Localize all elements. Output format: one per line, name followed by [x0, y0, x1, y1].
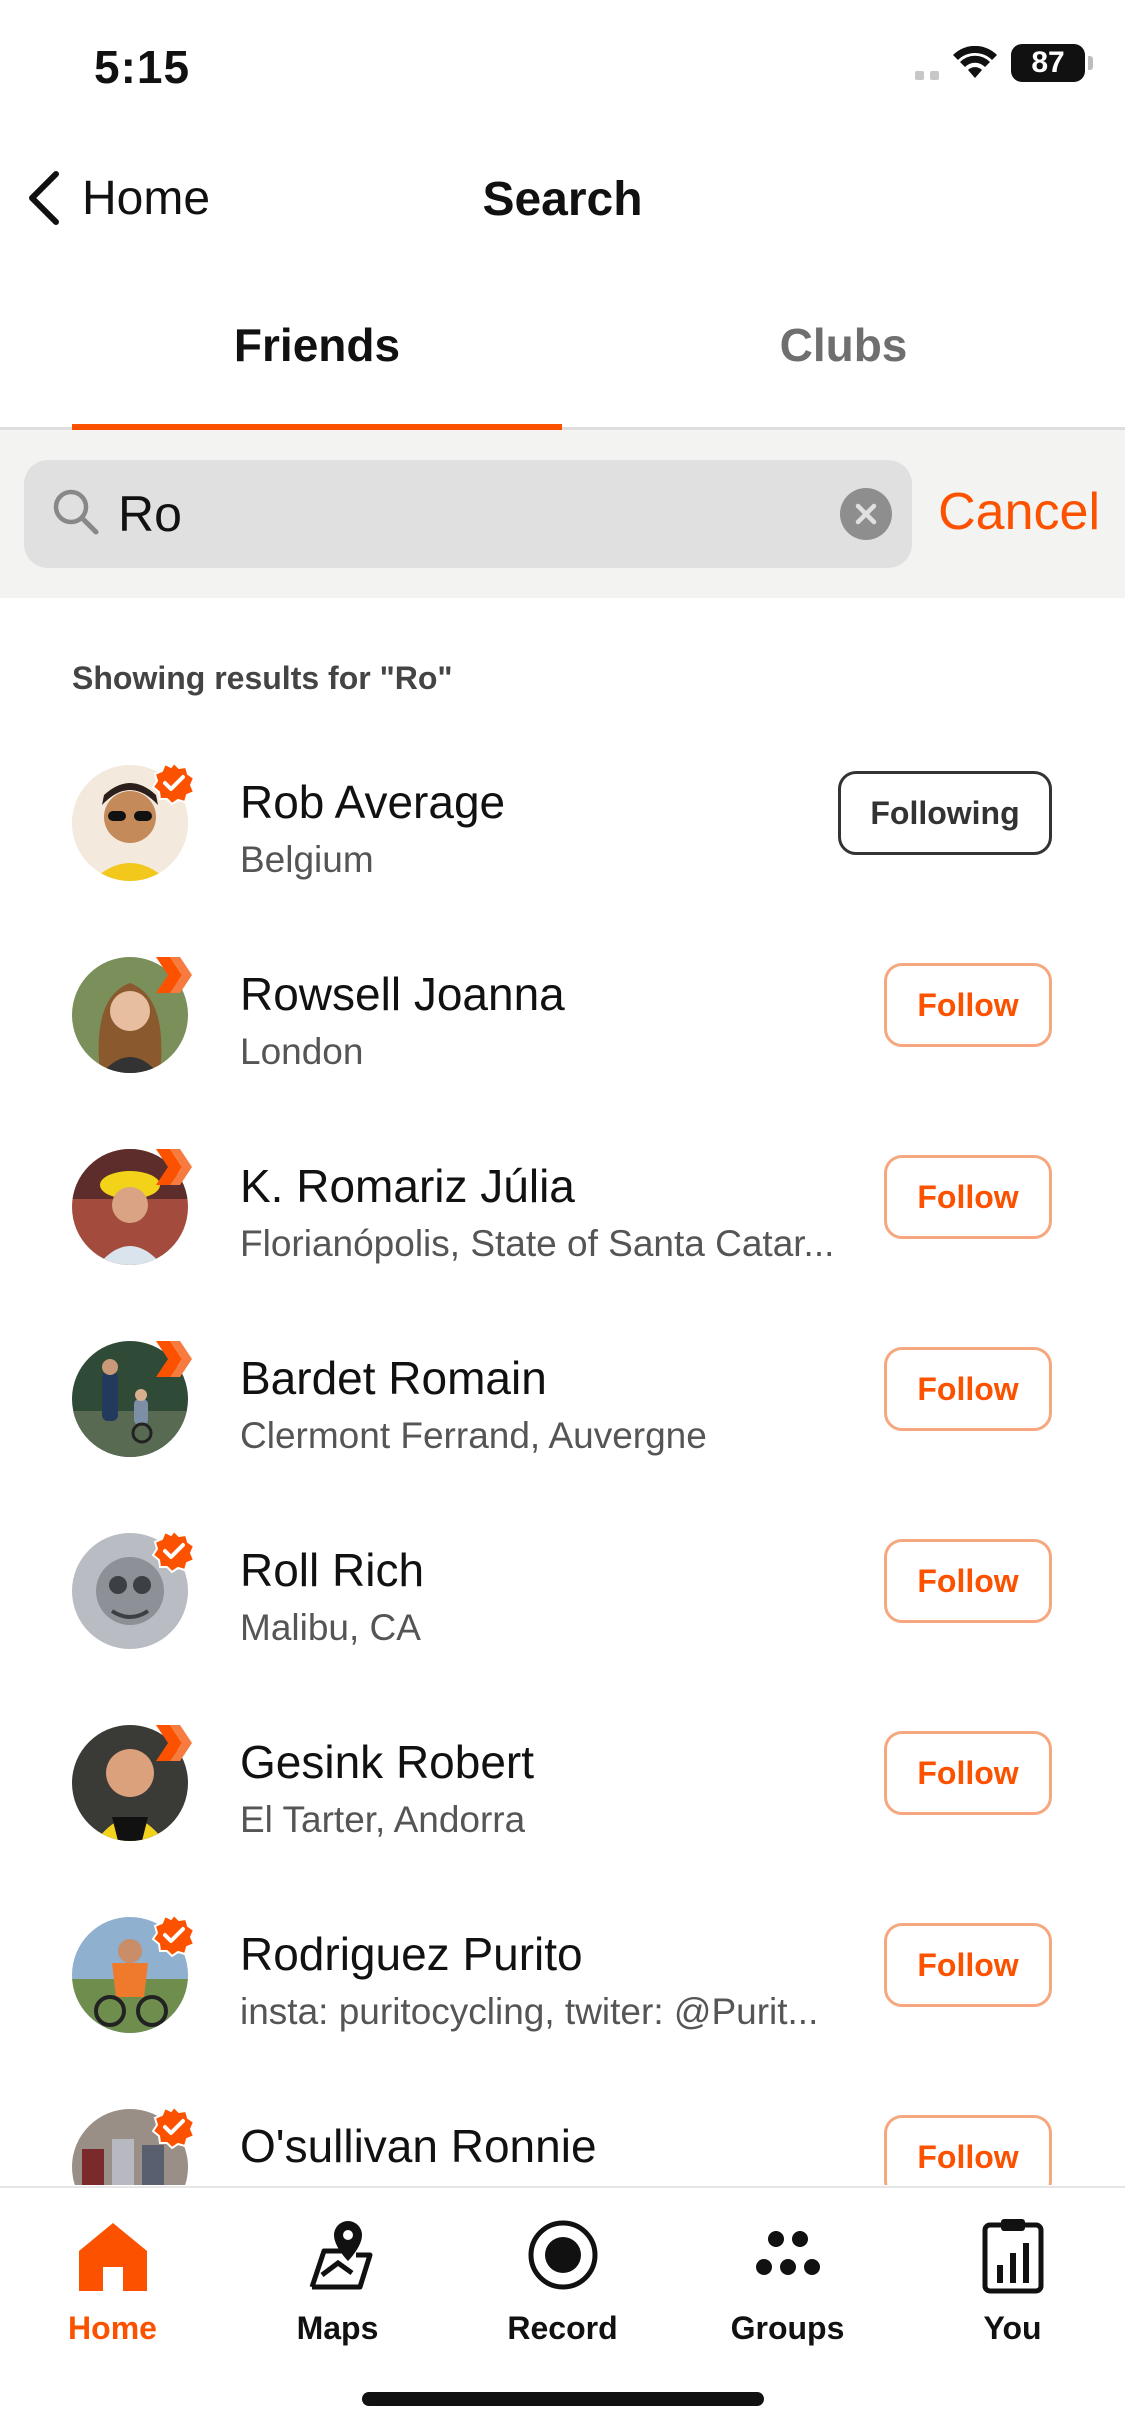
follow-button[interactable]: Follow — [884, 1923, 1052, 2007]
athlete-location: Malibu, CA — [240, 1607, 421, 1648]
maps-icon — [309, 2221, 372, 2290]
avatar[interactable] — [72, 2105, 196, 2185]
page-title: Search — [482, 173, 643, 226]
follow-button[interactable]: Follow — [884, 1731, 1052, 1815]
status-bar: 5:15 87 — [0, 0, 1125, 140]
athlete-location: Florianópolis, State of Santa Catar... — [240, 1223, 835, 1264]
tab-clubs-label: Clubs — [779, 319, 908, 371]
status-time: 5:15 — [94, 41, 191, 93]
list-item[interactable]: O'sullivan Ronnie Follow — [0, 2079, 1125, 2185]
wifi-icon — [953, 46, 997, 78]
tabbar-home-label: Home — [68, 2310, 157, 2346]
list-item[interactable]: Rob Average Belgium Following — [0, 735, 1125, 927]
follow-button[interactable]: Follow — [884, 1347, 1052, 1431]
list-item[interactable]: Rodriguez Purito insta: puritocycling, t… — [0, 1887, 1125, 2079]
follow-button[interactable]: Follow — [884, 2115, 1052, 2185]
groups-icon — [755, 2231, 820, 2275]
you-icon — [982, 2219, 1043, 2294]
tab-clubs[interactable]: Clubs — [562, 290, 1125, 427]
tabbar-groups-label: Groups — [730, 2310, 845, 2346]
subscriber-chevron-icon — [156, 1341, 192, 1377]
clear-search-button[interactable] — [840, 488, 892, 540]
athlete-name[interactable]: Roll Rich — [240, 1543, 424, 1597]
verified-badge-icon — [152, 1529, 196, 1573]
tabbar-groups[interactable]: Groups — [675, 2210, 900, 2347]
search-icon — [53, 489, 99, 535]
tabbar-record[interactable]: Record — [450, 2210, 675, 2347]
athlete-location: Belgium — [240, 839, 374, 880]
verified-badge-icon — [152, 2105, 196, 2149]
athlete-name[interactable]: O'sullivan Ronnie — [240, 2119, 597, 2173]
athlete-name[interactable]: K. Romariz Júlia — [240, 1159, 575, 1213]
avatar[interactable] — [72, 1913, 196, 2037]
list-item[interactable]: Roll Rich Malibu, CA Follow — [0, 1503, 1125, 1695]
nav-bar: Home Search — [0, 150, 1125, 250]
tabbar-you[interactable]: You — [900, 2210, 1125, 2347]
battery-level: 87 — [1031, 46, 1065, 79]
home-indicator[interactable] — [362, 2392, 764, 2406]
avatar[interactable] — [72, 761, 196, 885]
athlete-name[interactable]: Rowsell Joanna — [240, 967, 565, 1021]
follow-button[interactable]: Follow — [884, 1539, 1052, 1623]
record-icon — [528, 2220, 597, 2290]
list-item[interactable]: Bardet Romain Clermont Ferrand, Auvergne… — [0, 1311, 1125, 1503]
list-item[interactable]: K. Romariz Júlia Florianópolis, State of… — [0, 1119, 1125, 1311]
athlete-name[interactable]: Rodriguez Purito — [240, 1927, 583, 1981]
avatar[interactable] — [72, 957, 192, 1077]
verified-badge-icon — [152, 761, 196, 805]
list-item[interactable]: Gesink Robert El Tarter, Andorra Follow — [0, 1695, 1125, 1887]
list-item[interactable]: Rowsell Joanna London Follow — [0, 927, 1125, 1119]
subscriber-chevron-icon — [156, 1725, 192, 1761]
cellular-signal-icon — [915, 46, 939, 80]
avatar[interactable] — [72, 1529, 196, 1653]
follow-button[interactable]: Follow — [884, 963, 1052, 1047]
athlete-name[interactable]: Gesink Robert — [240, 1735, 534, 1789]
tabbar-record-label: Record — [507, 2310, 618, 2346]
athlete-location: Clermont Ferrand, Auvergne — [240, 1415, 707, 1456]
status-icons: 87 — [915, 44, 1093, 82]
athlete-location: El Tarter, Andorra — [240, 1799, 526, 1840]
search-area: Cancel — [0, 430, 1125, 598]
athlete-location: insta: puritocycling, twiter: @Purit... — [240, 1991, 819, 2032]
cancel-button[interactable]: Cancel — [938, 482, 1100, 542]
verified-badge-icon — [152, 1913, 196, 1957]
follow-button[interactable]: Follow — [884, 1155, 1052, 1239]
close-icon — [855, 503, 877, 525]
results-label: Showing results for "Ro" — [72, 660, 453, 696]
athlete-name[interactable]: Bardet Romain — [240, 1351, 547, 1405]
home-icon — [78, 2223, 147, 2291]
tabbar-you-label: You — [983, 2310, 1042, 2346]
avatar[interactable] — [72, 1341, 192, 1461]
tab-friends-label: Friends — [233, 319, 401, 371]
segment-tabs: Friends Clubs — [0, 290, 1125, 430]
tab-friends[interactable]: Friends — [0, 290, 562, 427]
results-list: Rob Average Belgium Following Rowsell Jo… — [0, 735, 1125, 2185]
athlete-location: London — [240, 1031, 364, 1072]
athlete-name[interactable]: Rob Average — [240, 775, 505, 829]
following-button[interactable]: Following — [838, 771, 1052, 855]
search-input[interactable] — [118, 460, 818, 568]
tabbar-home[interactable]: Home — [0, 2210, 225, 2347]
avatar[interactable] — [72, 1149, 192, 1269]
battery-indicator: 87 — [1011, 44, 1093, 82]
tabbar-maps-label: Maps — [296, 2310, 379, 2346]
subscriber-chevron-icon — [156, 1149, 192, 1185]
subscriber-chevron-icon — [156, 957, 192, 993]
tabbar-maps[interactable]: Maps — [225, 2210, 450, 2347]
search-box[interactable] — [24, 460, 912, 568]
avatar[interactable] — [72, 1725, 192, 1845]
